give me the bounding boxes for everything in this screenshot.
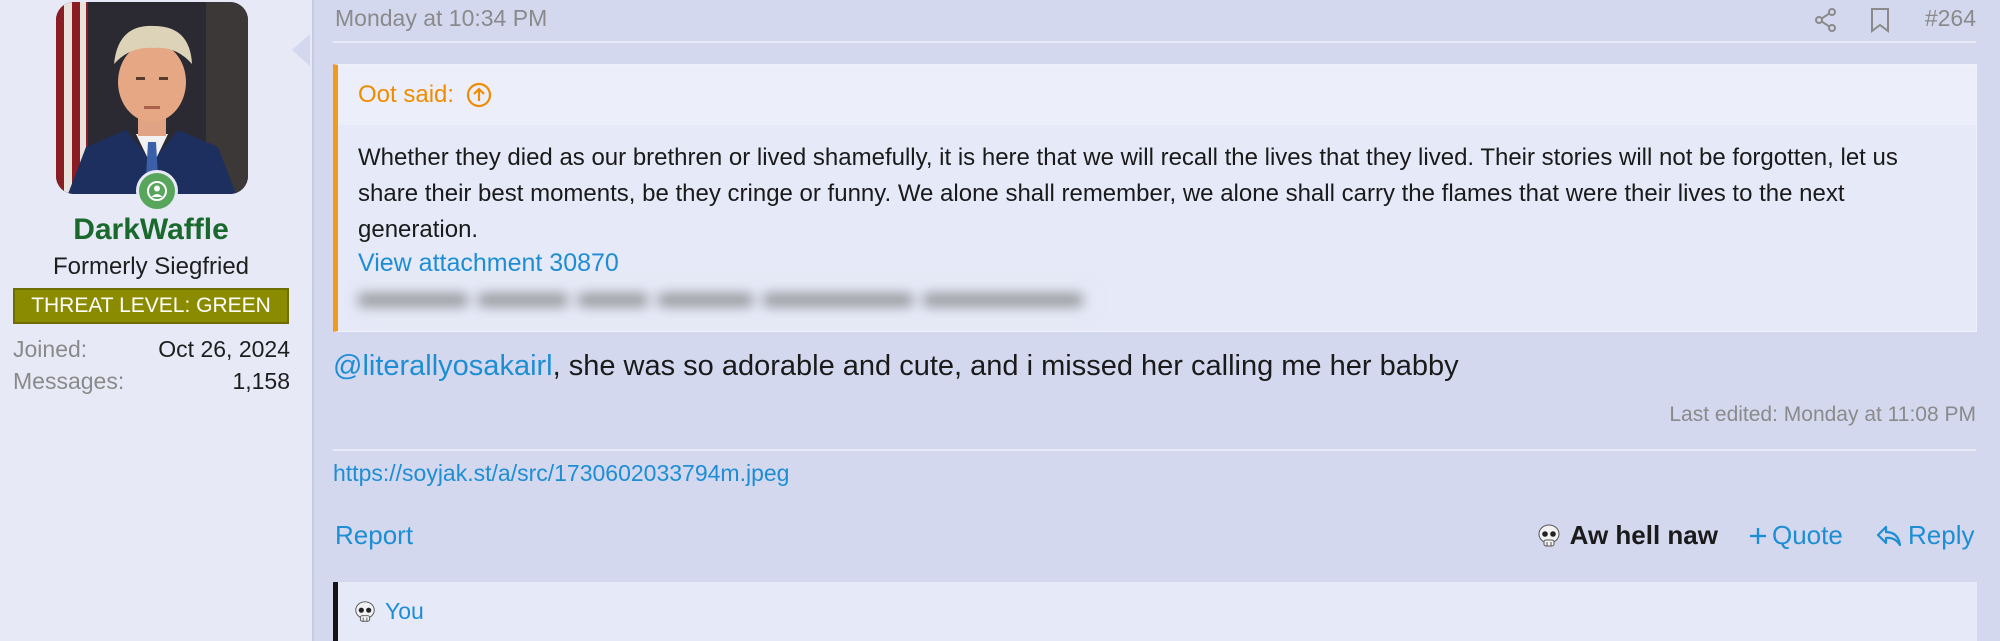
- signature-divider: [333, 449, 1976, 451]
- reply-button-label: Reply: [1908, 520, 1975, 550]
- message-body: @literallyosakairl, she was so adorable …: [333, 350, 1459, 383]
- user-title: Formerly Siegfried: [52, 253, 250, 280]
- joined-value: Oct 26, 2024: [158, 336, 290, 362]
- plus-icon: [1748, 526, 1768, 546]
- reactions-users-link[interactable]: You: [385, 598, 424, 625]
- arrow-up-circle-icon[interactable]: [466, 82, 492, 108]
- bookmark-icon[interactable]: [1864, 4, 1896, 36]
- share-icon[interactable]: [1810, 4, 1842, 36]
- user-mention-link[interactable]: @literallyosakairl: [333, 350, 553, 382]
- signature-link[interactable]: https://soyjak.st/a/src/1730602033794m.j…: [333, 460, 789, 487]
- username[interactable]: DarkWaffle: [0, 213, 302, 247]
- quote-button[interactable]: Quote: [1748, 520, 1843, 551]
- online-status-icon: [136, 170, 178, 212]
- messages-value: 1,158: [232, 368, 290, 394]
- post-date[interactable]: Monday at 10:34 PM: [335, 5, 547, 32]
- message-pointer: [292, 34, 310, 66]
- quote-button-label: Quote: [1772, 520, 1843, 550]
- post-number[interactable]: #264: [1925, 5, 1976, 32]
- blurred-signature: [358, 285, 1094, 315]
- reaction-label: Aw hell naw: [1569, 520, 1718, 550]
- report-button[interactable]: Report: [335, 520, 413, 551]
- joined-label: Joined:: [13, 336, 88, 362]
- avatar[interactable]: [56, 2, 248, 194]
- reply-arrow-icon: [1876, 524, 1902, 548]
- last-edited-note: Last edited: Monday at 11:08 PM: [1669, 403, 1976, 426]
- quote-block: Oot said: Whether they died as our breth…: [333, 64, 1977, 332]
- reactions-bar[interactable]: You: [333, 582, 1977, 641]
- header-divider: [333, 41, 1976, 43]
- messages-label: Messages:: [13, 368, 125, 394]
- message-user-sidebar: DarkWaffle Formerly Siegfried THREAT LEV…: [0, 0, 314, 641]
- quote-text: Whether they died as our brethren or liv…: [358, 144, 1898, 243]
- skull-icon: [353, 600, 377, 624]
- reaction-button[interactable]: Aw hell naw: [1536, 520, 1718, 551]
- quote-header[interactable]: Oot said:: [338, 65, 1976, 125]
- quote-author[interactable]: Oot said:: [358, 81, 454, 109]
- user-banner: THREAT LEVEL: GREEN: [13, 288, 289, 324]
- message-text: , she was so adorable and cute, and i mi…: [552, 350, 1459, 382]
- reply-button[interactable]: Reply: [1876, 520, 1974, 551]
- view-attachment-link[interactable]: View attachment 30870: [358, 249, 619, 278]
- skull-icon: [1536, 523, 1562, 549]
